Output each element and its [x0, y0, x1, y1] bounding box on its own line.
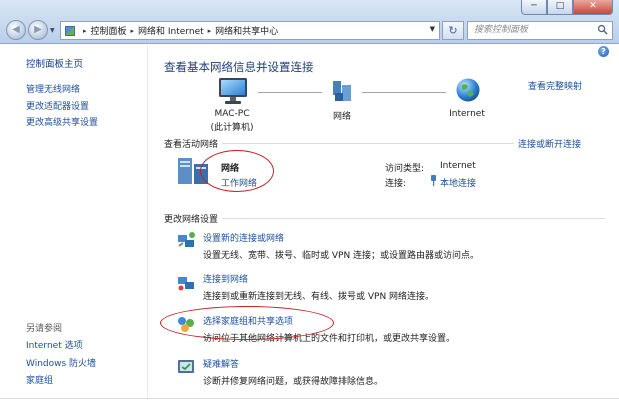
connect-network-icon — [178, 277, 194, 291]
search-input[interactable]: 搜索控制面板 — [467, 21, 613, 40]
title-bar: ─ □ ✕ ◀ ▶ ▼ ▸ 控制面板 ▸ 网络和 Internet ▸ 网络和共… — [0, 0, 619, 44]
sidebar-item-windows-firewall[interactable]: Windows 防火墙 — [26, 356, 96, 374]
ethernet-icon — [431, 175, 436, 186]
breadcrumb-separator-icon[interactable]: ▸ — [208, 27, 212, 35]
globe-icon — [456, 78, 480, 102]
address-bar[interactable]: ▸ 控制面板 ▸ 网络和 Internet ▸ 网络和共享中心 ▼ — [60, 21, 440, 40]
troubleshoot-icon — [178, 360, 194, 373]
breadcrumb-control-panel[interactable]: 控制面板 — [91, 24, 127, 37]
connection-line — [258, 92, 322, 93]
search-placeholder: 搜索控制面板 — [474, 25, 529, 35]
refresh-button[interactable]: ↻ — [442, 21, 464, 40]
minimize-button[interactable]: ─ — [521, 0, 547, 15]
new-connection-icon — [178, 232, 195, 247]
annotation-oval — [160, 306, 334, 340]
page-title: 查看基本网络信息并设置连接 — [164, 60, 314, 74]
computer-label: MAC-PC — [214, 109, 250, 119]
network-icon — [333, 81, 351, 101]
troubleshoot-link[interactable]: 疑难解答 — [203, 357, 239, 370]
control-panel-icon — [65, 25, 75, 36]
setup-new-connection-link[interactable]: 设置新的连接或网络 — [203, 231, 284, 244]
task-description: 诊断并修复网络问题，或获得故障排除信息。 — [203, 377, 384, 387]
search-icon[interactable] — [597, 24, 608, 35]
computer-sublabel: (此计算机) — [210, 123, 254, 133]
breadcrumb-separator-icon: ▸ — [83, 26, 87, 35]
navigation-pane: 控制面板主页 管理无线网络 更改适配器设置 更改高级共享设置 另请参阅 Inte… — [0, 45, 148, 398]
connect-disconnect-link[interactable]: 连接或断开连接 — [518, 137, 581, 150]
close-button[interactable]: ✕ — [573, 0, 613, 15]
access-type-value: Internet — [440, 161, 476, 171]
section-divider — [222, 218, 605, 219]
recent-pages-chevron-down-icon[interactable]: ▼ — [50, 27, 55, 34]
sidebar-item-advanced-sharing[interactable]: 更改高级共享设置 — [26, 115, 98, 132]
connection-line — [362, 92, 446, 93]
breadcrumb-separator-icon[interactable]: ▸ — [131, 27, 135, 35]
window-bottom-border — [0, 398, 619, 408]
help-icon[interactable]: ? — [598, 46, 609, 57]
sidebar-item-homegroup[interactable]: 家庭组 — [26, 373, 96, 391]
internet-label: Internet — [449, 109, 485, 119]
task-description: 连接到或重新连接到无线、有线、拨号或 VPN 网络连接。 — [203, 292, 435, 302]
sidebar-tasks: 管理无线网络 更改适配器设置 更改高级共享设置 — [26, 82, 98, 132]
change-settings-heading: 更改网络设置 — [164, 215, 219, 225]
network-label: 网络 — [332, 112, 351, 122]
window-controls: ─ □ ✕ — [521, 0, 613, 15]
computer-icon — [219, 78, 247, 104]
local-connection-link[interactable]: 本地连接 — [440, 176, 476, 189]
active-networks-heading: 查看活动网络 — [164, 140, 219, 150]
forward-button[interactable]: ▶ — [28, 20, 48, 40]
full-map-link[interactable]: 查看完整映射 — [528, 79, 582, 92]
breadcrumb-network-sharing-center[interactable]: 网络和共享中心 — [215, 24, 278, 37]
back-button[interactable]: ◀ — [6, 20, 26, 40]
address-chevron-down-icon[interactable]: ▼ — [430, 25, 435, 33]
maximize-button[interactable]: □ — [547, 0, 573, 15]
see-also-links: Internet 选项 Windows 防火墙 家庭组 — [26, 338, 96, 391]
sidebar-item-manage-wireless[interactable]: 管理无线网络 — [26, 82, 98, 99]
sidebar-item-adapter-settings[interactable]: 更改适配器设置 — [26, 99, 98, 116]
section-divider — [222, 143, 514, 144]
connect-to-network-link[interactable]: 连接到网络 — [203, 272, 248, 285]
annotation-oval — [200, 150, 274, 192]
see-also-heading: 另请参阅 — [26, 324, 63, 334]
sidebar-item-internet-options[interactable]: Internet 选项 — [26, 338, 96, 356]
access-type-label: 访问类型: — [385, 164, 425, 174]
breadcrumb-network-internet[interactable]: 网络和 Internet — [138, 24, 204, 37]
task-description: 设置无线、宽带、拨号、临时或 VPN 连接；或设置路由器或访问点。 — [203, 251, 480, 261]
connections-label: 连接: — [385, 179, 407, 189]
control-panel-home-link[interactable]: 控制面板主页 — [26, 56, 83, 70]
